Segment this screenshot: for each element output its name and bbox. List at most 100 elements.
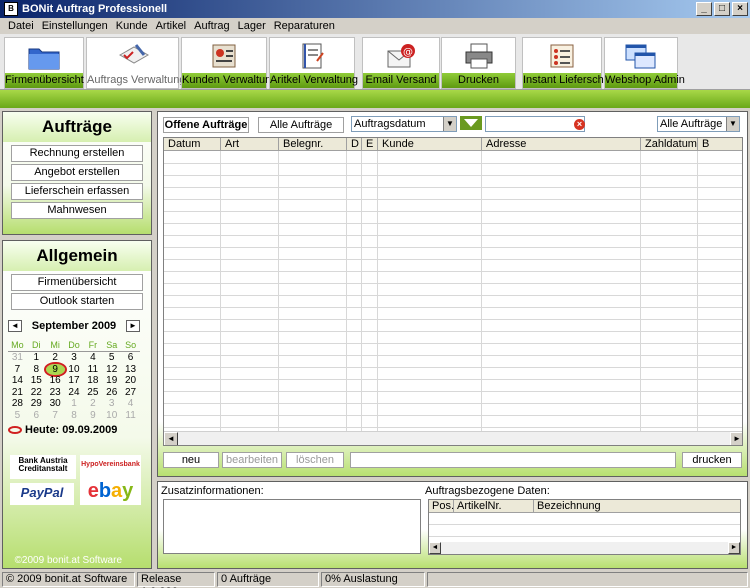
- zusatzinfo-textarea[interactable]: [163, 499, 421, 554]
- outlook-starten-button[interactable]: Outlook starten: [11, 293, 143, 310]
- artikel-verwaltung-button[interactable]: Aritkel Verwaltung: [269, 37, 358, 89]
- menu-datei[interactable]: Datei: [4, 20, 38, 32]
- col-artikelnr[interactable]: ArtikelNr.: [454, 500, 534, 512]
- calendar-prev-button[interactable]: ◄: [8, 320, 22, 332]
- scroll-right-icon[interactable]: ►: [730, 432, 742, 445]
- calendar-day[interactable]: 2: [46, 352, 65, 364]
- scroll-left-icon[interactable]: ◄: [164, 432, 178, 445]
- calendar-day[interactable]: 31: [8, 352, 27, 364]
- calendar-day[interactable]: 17: [65, 375, 84, 387]
- calendar-day[interactable]: 8: [65, 410, 84, 422]
- col-zahldatum[interactable]: Zahldatum: [641, 138, 698, 150]
- calendar-day[interactable]: 24: [65, 387, 84, 399]
- kunden-verwaltung-button[interactable]: Kunden Verwaltung: [181, 37, 277, 89]
- calendar-day-today[interactable]: 9: [43, 361, 67, 377]
- firmenuebersicht-button[interactable]: Firmenübersicht: [4, 37, 84, 89]
- calendar-day[interactable]: 20: [121, 375, 140, 387]
- calendar-today[interactable]: Heute: 09.09.2009: [8, 424, 140, 436]
- mahnwesen-button[interactable]: Mahnwesen: [11, 202, 143, 219]
- col-e[interactable]: E: [362, 138, 378, 150]
- col-b[interactable]: B: [698, 138, 742, 150]
- calendar-day[interactable]: 26: [102, 387, 121, 399]
- col-datum[interactable]: Datum: [164, 138, 221, 150]
- calendar-day[interactable]: 16: [46, 375, 65, 387]
- menu-lager[interactable]: Lager: [234, 20, 270, 32]
- firmenuebersicht-link[interactable]: Firmenübersicht: [11, 274, 143, 291]
- col-art[interactable]: Art: [221, 138, 279, 150]
- calendar-day[interactable]: 27: [121, 387, 140, 399]
- calendar-next-button[interactable]: ►: [125, 320, 140, 332]
- calendar-day[interactable]: 1: [65, 398, 84, 410]
- scroll-left-icon[interactable]: ◄: [429, 542, 441, 554]
- minimize-button[interactable]: _: [696, 2, 712, 16]
- calendar-day[interactable]: 28: [8, 398, 27, 410]
- col-adresse[interactable]: Adresse: [482, 138, 641, 150]
- action-field[interactable]: [350, 452, 676, 468]
- neu-button[interactable]: neu: [163, 452, 219, 468]
- loeschen-button[interactable]: löschen: [286, 452, 344, 468]
- calendar-day[interactable]: 18: [83, 375, 102, 387]
- calendar-day[interactable]: 3: [102, 398, 121, 410]
- calendar-day[interactable]: 7: [46, 410, 65, 422]
- calendar-day[interactable]: 8: [27, 364, 46, 376]
- calendar-day[interactable]: 14: [8, 375, 27, 387]
- calendar-day[interactable]: 3: [65, 352, 84, 364]
- calendar-day[interactable]: 29: [27, 398, 46, 410]
- calendar-day[interactable]: 19: [102, 375, 121, 387]
- calendar-day[interactable]: 23: [46, 387, 65, 399]
- calendar-day[interactable]: 11: [83, 364, 102, 376]
- calendar-day[interactable]: 12: [102, 364, 121, 376]
- col-pos[interactable]: Pos.: [429, 500, 454, 512]
- auftrags-verwaltung-button[interactable]: Auftrags Verwaltung: [86, 37, 185, 89]
- col-d[interactable]: D: [347, 138, 362, 150]
- drucken-button[interactable]: Drucken: [441, 37, 516, 89]
- menu-einstellungen[interactable]: Einstellungen: [38, 20, 112, 32]
- status-select[interactable]: Alle Aufträge ▼: [657, 116, 740, 132]
- drucken-orders-button[interactable]: drucken: [682, 452, 742, 468]
- email-versand-button[interactable]: @ Email Versand: [362, 37, 440, 89]
- calendar-day[interactable]: 7: [8, 364, 27, 376]
- date-field-select[interactable]: Auftragsdatum ▼: [351, 116, 457, 132]
- calendar-day[interactable]: 11: [121, 410, 140, 422]
- scroll-right-icon[interactable]: ►: [728, 542, 740, 554]
- lieferschein-erfassen-button[interactable]: Lieferschein erfassen: [11, 183, 143, 200]
- menu-artikel[interactable]: Artikel: [152, 20, 191, 32]
- calendar-day[interactable]: 6: [121, 352, 140, 364]
- calendar-day[interactable]: 4: [121, 398, 140, 410]
- col-kunde[interactable]: Kunde: [378, 138, 482, 150]
- calendar-day[interactable]: 15: [27, 375, 46, 387]
- calendar-day[interactable]: 5: [8, 410, 27, 422]
- calendar-day[interactable]: 21: [8, 387, 27, 399]
- calendar-day[interactable]: 10: [65, 364, 84, 376]
- col-bezeichnung[interactable]: Bezeichnung: [534, 500, 740, 512]
- offene-auftraege-button[interactable]: Offene Aufträge: [163, 117, 249, 133]
- menu-kunde[interactable]: Kunde: [112, 20, 152, 32]
- positions-scrollbar[interactable]: ◄ ►: [429, 542, 740, 554]
- calendar-day[interactable]: 4: [83, 352, 102, 364]
- webshop-admin-button[interactable]: Webshop Admin: [604, 37, 685, 89]
- orders-table[interactable]: Datum Art Belegnr. D E Kunde Adresse Zah…: [163, 137, 743, 446]
- search-input[interactable]: [485, 116, 585, 132]
- menu-reparaturen[interactable]: Reparaturen: [270, 20, 339, 32]
- calendar-day[interactable]: 22: [27, 387, 46, 399]
- col-belegnr[interactable]: Belegnr.: [279, 138, 347, 150]
- calendar-day[interactable]: 10: [102, 410, 121, 422]
- calendar-day[interactable]: 13: [121, 364, 140, 376]
- menu-auftrag[interactable]: Auftrag: [190, 20, 233, 32]
- calendar-day[interactable]: 9: [83, 410, 102, 422]
- clear-search-icon[interactable]: ×: [574, 119, 585, 130]
- calendar-day[interactable]: 30: [46, 398, 65, 410]
- alle-auftraege-button[interactable]: Alle Aufträge: [258, 117, 344, 133]
- rechnung-erstellen-button[interactable]: Rechnung erstellen: [11, 145, 143, 162]
- calendar-day[interactable]: 5: [102, 352, 121, 364]
- maximize-button[interactable]: □: [714, 2, 730, 16]
- calendar-day[interactable]: 2: [83, 398, 102, 410]
- close-button[interactable]: ×: [732, 2, 748, 16]
- positions-table[interactable]: Pos. ArtikelNr. Bezeichnung ◄ ►: [428, 499, 741, 555]
- filter-toggle-icon[interactable]: [460, 116, 482, 130]
- calendar-day[interactable]: 1: [27, 352, 46, 364]
- horizontal-scrollbar[interactable]: ◄ ►: [164, 431, 742, 445]
- bearbeiten-button[interactable]: bearbeiten: [222, 452, 282, 468]
- instant-lieferschein-button[interactable]: Instant Lieferschein: [522, 37, 618, 89]
- angebot-erstellen-button[interactable]: Angebot erstellen: [11, 164, 143, 181]
